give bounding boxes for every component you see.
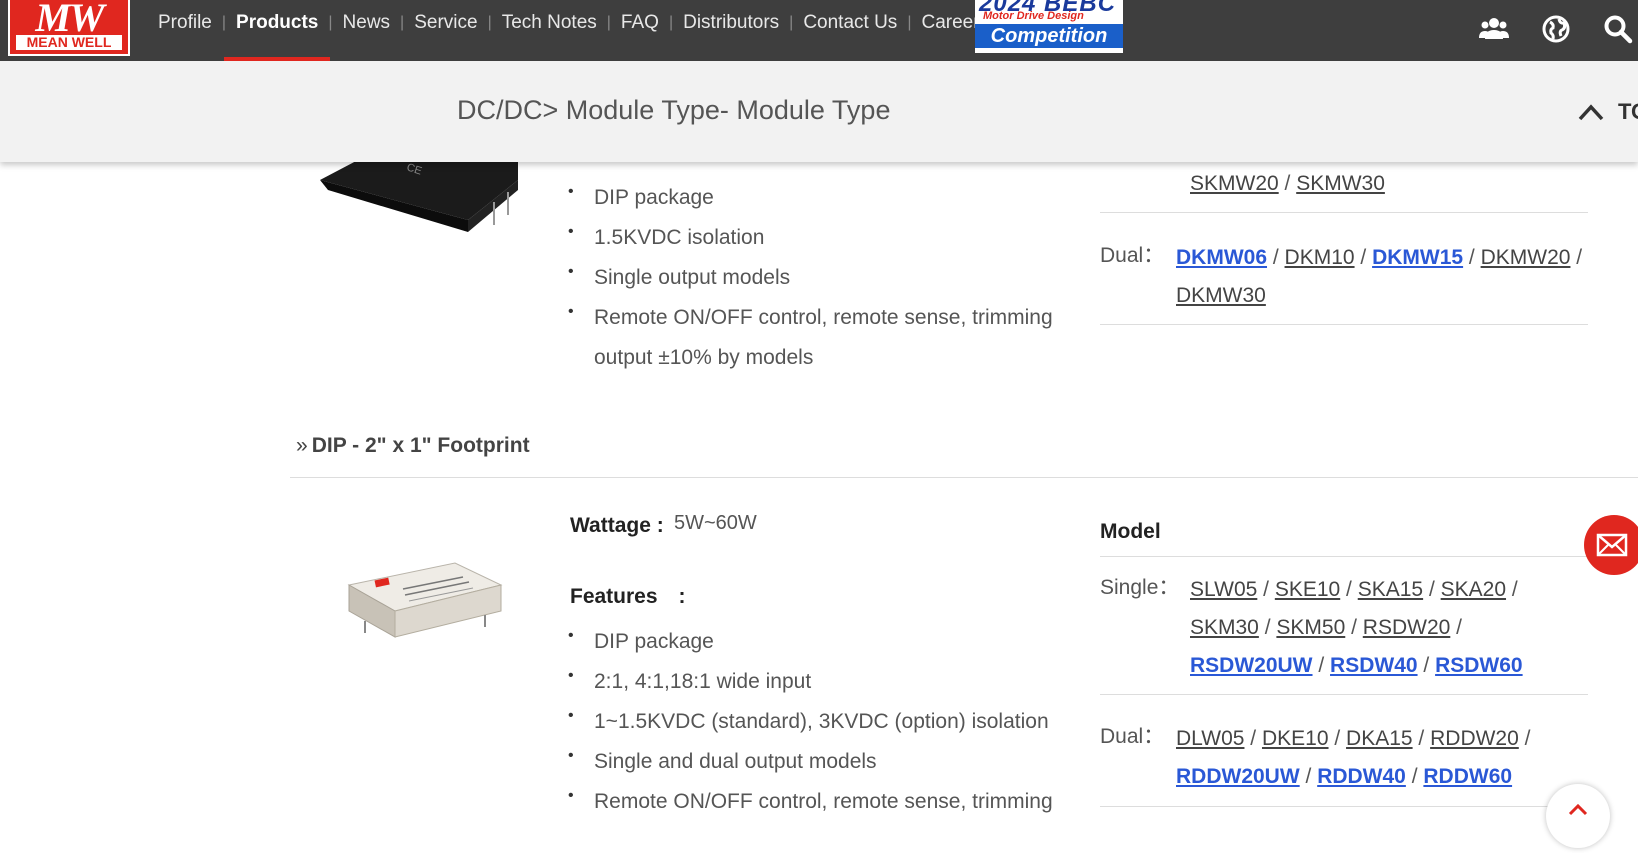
slash: /: [1405, 765, 1424, 788]
dip-2x1-module-image[interactable]: [345, 555, 505, 655]
users-icon[interactable]: [1479, 14, 1509, 44]
feature-item: 1~1.5KVDC (standard), 3KVDC (option) iso…: [568, 696, 1053, 742]
dual-label: Dual：: [1100, 725, 1165, 748]
feature-item: 2:1, 4:1,18:1 wide input: [568, 656, 1053, 702]
section2-title[interactable]: » DIP - 2" x 1" Footprint: [296, 434, 530, 458]
model-link[interactable]: SKMW30: [1296, 172, 1385, 195]
logo-text: MEAN WELL: [16, 35, 122, 50]
model-link[interactable]: RSDW40: [1330, 654, 1418, 677]
model-link[interactable]: SKMW20: [1190, 172, 1279, 195]
model-link[interactable]: SKM30: [1190, 616, 1259, 639]
slash: /: [1267, 246, 1285, 269]
chevron-up-icon: [1568, 803, 1588, 816]
section2-features: DIP package 2:1, 4:1,18:1 wide input 1~1…: [568, 616, 1053, 822]
feature-item: DIP package: [568, 616, 1053, 662]
slash: /: [1345, 616, 1363, 639]
model-link[interactable]: SLW05: [1190, 578, 1257, 601]
model-link[interactable]: RDDW20: [1430, 727, 1519, 750]
feature-item: 1.5KVDC isolation: [568, 212, 1064, 258]
feature-item: Remote ON/OFF control, remote sense, tri…: [568, 776, 1053, 822]
chevron-up-icon: [1578, 104, 1604, 121]
nav-item-contact-us[interactable]: Contact Us: [793, 0, 907, 61]
feature-item: Single output models: [568, 252, 1064, 298]
model-link[interactable]: DKMW20: [1481, 246, 1571, 269]
dual-label: Dual：: [1100, 244, 1165, 267]
back-to-top-button[interactable]: [1546, 784, 1610, 848]
slash: /: [1258, 616, 1277, 639]
wattage-value: 5W~60W: [674, 512, 757, 534]
slash: /: [1450, 616, 1462, 639]
single-label: Single：: [1100, 576, 1180, 599]
slash: /: [1570, 246, 1583, 269]
main-nav: Profile | Products | News | Service | Te…: [148, 0, 990, 61]
divider: [1100, 694, 1588, 695]
slash: /: [1299, 765, 1318, 788]
divider: [1100, 324, 1588, 325]
mail-icon: [1596, 533, 1628, 557]
banner-line-3: Competition: [975, 24, 1123, 48]
globe-icon[interactable]: [1541, 14, 1571, 44]
nav-item-products[interactable]: Products: [224, 0, 331, 61]
feature-item: Remote ON/OFF control, remote sense, tri…: [568, 292, 1064, 378]
category-header: DC/DC> Module Type- Module Type TOP: [0, 61, 1638, 162]
wattage-label: Wattage :: [570, 514, 664, 537]
competition-banner[interactable]: 2024 BEBC Motor Drive Design Competition: [975, 0, 1123, 53]
slash: /: [1340, 578, 1358, 601]
model-link[interactable]: SKM50: [1276, 616, 1345, 639]
slash: /: [1244, 727, 1262, 750]
feature-item: Single and dual output models: [568, 736, 1053, 782]
nav-item-news[interactable]: News: [333, 0, 401, 61]
slash: /: [1463, 246, 1481, 269]
nav-item-faq[interactable]: FAQ: [611, 0, 669, 61]
nav-item-tech-notes[interactable]: Tech Notes: [492, 0, 607, 61]
model-link[interactable]: RSDW20UW: [1190, 654, 1313, 677]
model-link[interactable]: RDDW60: [1423, 765, 1512, 788]
model-heading: Model: [1100, 520, 1161, 543]
search-icon[interactable]: [1603, 14, 1633, 44]
nav-item-distributors[interactable]: Distributors: [673, 0, 789, 61]
model-link[interactable]: DLW05: [1176, 727, 1244, 750]
nav-item-profile[interactable]: Profile: [148, 0, 222, 61]
banner-line-2: Motor Drive Design: [983, 10, 1084, 22]
divider: [1100, 212, 1588, 213]
slash: /: [1423, 578, 1441, 601]
model-link[interactable]: DKM10: [1285, 246, 1355, 269]
model-link[interactable]: RSDW60: [1435, 654, 1523, 677]
category-title: DC/DC> Module Type- Module Type: [457, 95, 891, 125]
top-label: TOP: [1618, 99, 1638, 124]
model-link[interactable]: DKA15: [1346, 727, 1413, 750]
double-chevron-right-icon: »: [296, 434, 308, 457]
model-link[interactable]: SKA15: [1358, 578, 1423, 601]
divider: [290, 477, 1638, 478]
feature-item: DIP package: [568, 172, 1064, 218]
slash: /: [1412, 727, 1431, 750]
slash: /: [1518, 727, 1531, 750]
divider: [1100, 806, 1588, 807]
section2-title-text: DIP - 2" x 1" Footprint: [311, 434, 530, 457]
model-link[interactable]: DKE10: [1262, 727, 1329, 750]
slash: /: [1328, 727, 1347, 750]
slash: /: [1354, 246, 1373, 269]
model-link[interactable]: RSDW20: [1363, 616, 1451, 639]
model-link[interactable]: DKMW06: [1176, 246, 1267, 269]
model-link[interactable]: SKE10: [1275, 578, 1340, 601]
model-link[interactable]: DKMW15: [1372, 246, 1463, 269]
slash: /: [1257, 578, 1275, 601]
contact-mail-button[interactable]: [1584, 515, 1638, 575]
model-link[interactable]: RDDW40: [1317, 765, 1406, 788]
model-link[interactable]: RDDW20UW: [1176, 765, 1300, 788]
slash: /: [1506, 578, 1518, 601]
slash: /: [1312, 654, 1331, 677]
divider: [1100, 556, 1588, 557]
features-label: Features :: [570, 585, 686, 608]
slash: /: [1417, 654, 1436, 677]
mean-well-logo[interactable]: MW MEAN WELL: [8, 0, 130, 56]
slash: /: [1278, 172, 1297, 195]
section1-features: DIP package 1.5KVDC isolation Single out…: [568, 172, 1064, 378]
top-navigation-bar: MW MEAN WELL Profile | Products | News |…: [0, 0, 1638, 61]
nav-item-service[interactable]: Service: [404, 0, 487, 61]
model-link[interactable]: SKA20: [1441, 578, 1506, 601]
model-link[interactable]: DKMW30: [1176, 284, 1266, 307]
